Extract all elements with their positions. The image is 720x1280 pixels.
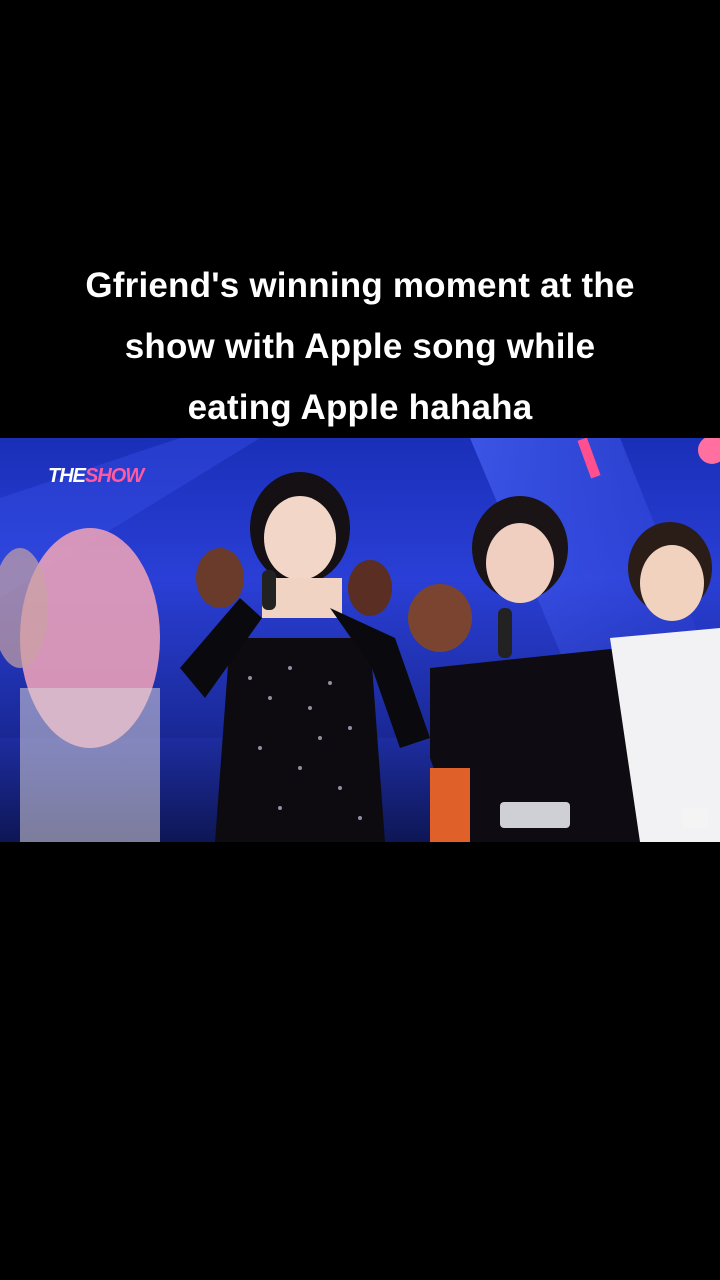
- stage-scene-illustration: [0, 438, 720, 842]
- video-frame[interactable]: THESHOW: [0, 438, 720, 842]
- the-show-logo: THESHOW: [48, 464, 144, 488]
- caption-text: Gfriend's winning moment at the show wit…: [0, 255, 720, 438]
- video-post-screen[interactable]: Gfriend's winning moment at the show wit…: [0, 0, 720, 1280]
- logo-the: THE: [48, 465, 86, 487]
- caption-line-2: show with Apple song while: [124, 327, 596, 366]
- broadcast-corner-logo-icon: [682, 808, 708, 828]
- logo-show: SHOW: [85, 465, 144, 487]
- caption-line-3: eating Apple hahaha: [187, 388, 533, 427]
- caption-line-1: Gfriend's winning moment at the: [85, 266, 635, 305]
